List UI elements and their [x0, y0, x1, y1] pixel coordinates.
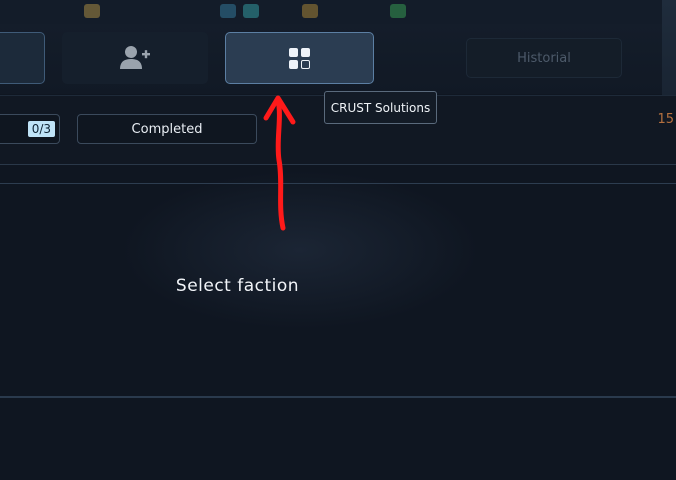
- annotation-arrow: [263, 95, 296, 231]
